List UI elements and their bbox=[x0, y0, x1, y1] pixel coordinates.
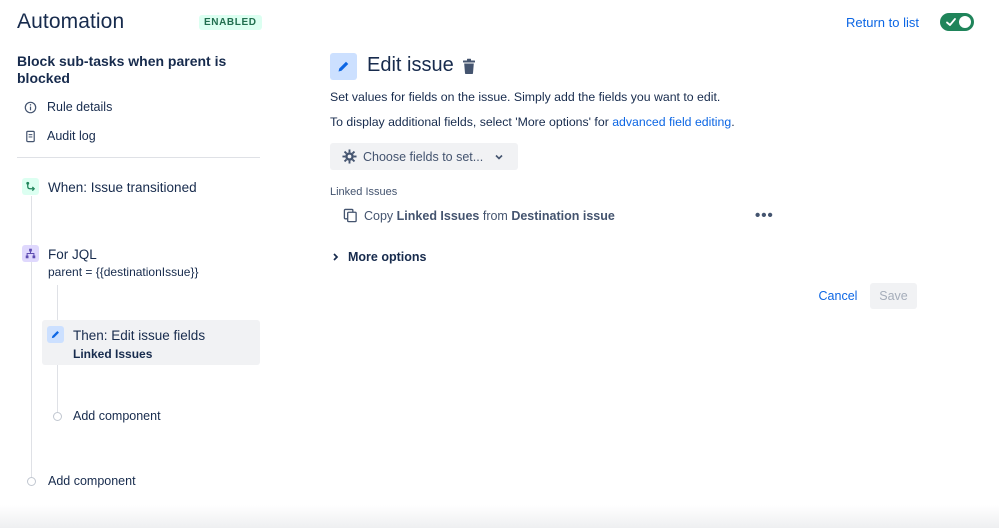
hint-suffix: . bbox=[731, 115, 735, 129]
copy-linked-issues-row: Copy Linked Issues from Destination issu… bbox=[343, 208, 615, 223]
add-component-nested-button[interactable]: Add component bbox=[73, 409, 161, 423]
gear-icon bbox=[342, 149, 357, 164]
linked-issues-section-label: Linked Issues bbox=[330, 186, 398, 198]
copy-icon bbox=[343, 208, 357, 223]
advanced-field-editing-link[interactable]: advanced field editing bbox=[612, 115, 731, 129]
choose-fields-label: Choose fields to set... bbox=[363, 149, 484, 164]
cancel-button[interactable]: Cancel bbox=[808, 283, 868, 309]
action-component-subtitle: Linked Issues bbox=[73, 347, 153, 361]
edit-issue-description: Set values for fields on the issue. Simp… bbox=[330, 90, 721, 104]
return-to-list-link[interactable]: Return to list bbox=[846, 15, 919, 30]
save-button[interactable]: Save bbox=[870, 283, 917, 309]
action-component-title: Then: Edit issue fields bbox=[73, 328, 206, 343]
choose-fields-button[interactable]: Choose fields to set... bbox=[330, 143, 518, 170]
hint-text: To display additional fields, select 'Mo… bbox=[330, 115, 613, 129]
copy-middle: from bbox=[482, 208, 508, 223]
sidebar-item-rule-details[interactable]: Rule details bbox=[24, 100, 112, 114]
sidebar-item-audit-log[interactable]: Audit log bbox=[24, 129, 96, 143]
advanced-editing-hint: To display additional fields, select 'Mo… bbox=[330, 115, 735, 129]
branch-component-jql: parent = {{destinationIssue}} bbox=[48, 265, 199, 279]
rule-name: Block sub-tasks when parent is blocked bbox=[17, 53, 227, 86]
edit-issue-title: Edit issue bbox=[367, 54, 454, 76]
sidebar-divider bbox=[17, 157, 260, 158]
toggle-knob bbox=[959, 16, 971, 28]
page-title: Automation bbox=[17, 10, 125, 33]
status-badge: ENABLED bbox=[199, 15, 262, 30]
copy-prefix: Copy bbox=[364, 208, 394, 223]
action-component-icon-box bbox=[47, 326, 64, 343]
chevron-down-icon bbox=[495, 154, 503, 160]
sidebar-item-label: Rule details bbox=[47, 100, 113, 114]
edit-issue-icon-box bbox=[330, 53, 357, 80]
sidebar-item-label: Audit log bbox=[47, 129, 96, 143]
timeline-dot bbox=[27, 477, 36, 486]
pencil-icon bbox=[338, 61, 349, 72]
check-icon bbox=[946, 18, 956, 26]
copy-field-name: Linked Issues bbox=[396, 208, 480, 223]
more-options-label: More options bbox=[348, 250, 427, 264]
rule-enabled-toggle[interactable] bbox=[940, 13, 974, 31]
info-icon bbox=[24, 101, 37, 113]
more-options-toggle[interactable]: More options bbox=[331, 250, 426, 264]
pencil-icon bbox=[51, 331, 59, 339]
branch-component-icon-box bbox=[22, 245, 39, 262]
add-component-root-button[interactable]: Add component bbox=[48, 474, 136, 488]
bottom-scroll-shadow bbox=[0, 505, 999, 528]
more-actions-icon[interactable]: ••• bbox=[755, 207, 774, 224]
document-icon bbox=[26, 130, 35, 142]
trigger-component-icon-box bbox=[22, 178, 39, 195]
branch-icon bbox=[25, 248, 36, 259]
timeline-line bbox=[31, 196, 32, 479]
transition-icon bbox=[26, 181, 36, 192]
copy-source: Destination issue bbox=[511, 208, 615, 223]
branch-component[interactable]: For JQL bbox=[48, 247, 97, 262]
chevron-right-icon bbox=[333, 253, 339, 261]
trigger-component[interactable]: When: Issue transitioned bbox=[48, 180, 197, 195]
trash-icon[interactable] bbox=[461, 58, 477, 75]
timeline-dot bbox=[53, 412, 62, 421]
